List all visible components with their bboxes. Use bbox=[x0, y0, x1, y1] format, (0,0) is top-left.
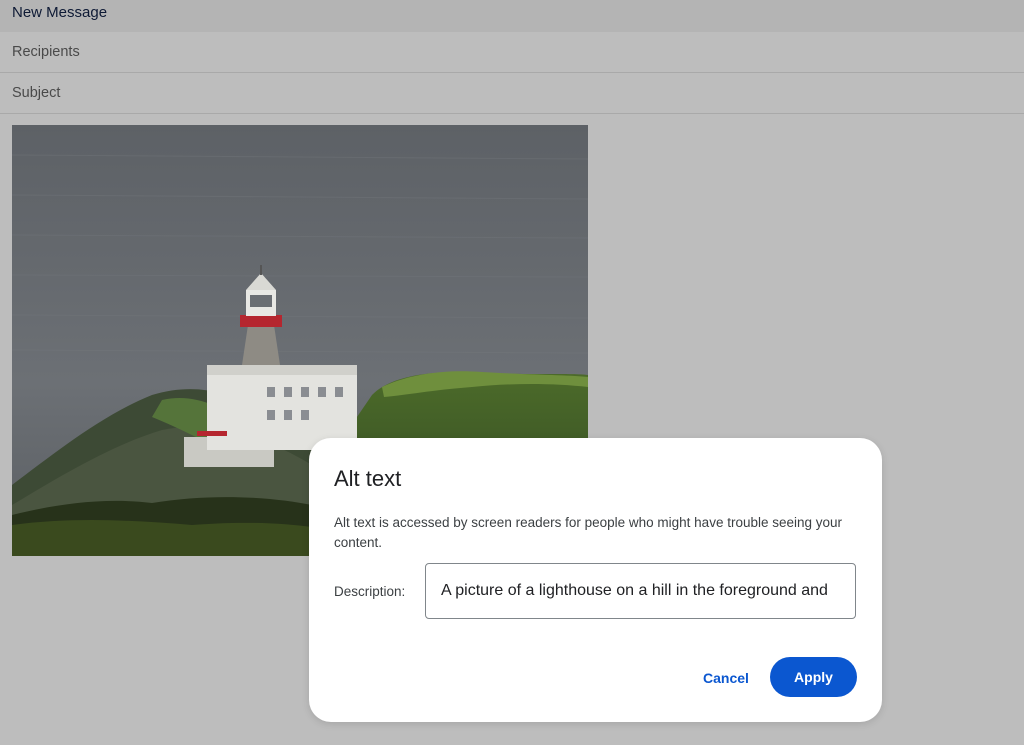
apply-button[interactable]: Apply bbox=[770, 657, 857, 697]
description-input[interactable] bbox=[425, 563, 856, 619]
recipients-label: Recipients bbox=[12, 44, 80, 60]
dialog-title: Alt text bbox=[334, 466, 402, 491]
subject-label: Subject bbox=[12, 85, 61, 101]
alt-text-dialog: Alt text Alt text is accessed by screen … bbox=[309, 438, 882, 722]
compose-header: New Message bbox=[0, 0, 1024, 32]
compose-title: New Message bbox=[12, 4, 108, 21]
description-label: Description: bbox=[334, 584, 406, 599]
subject-field[interactable]: Subject bbox=[0, 73, 1024, 114]
dialog-description: Alt text is accessed by screen readers f… bbox=[334, 515, 843, 550]
recipients-field[interactable]: Recipients bbox=[0, 32, 1024, 73]
cancel-button[interactable]: Cancel bbox=[689, 658, 763, 698]
compose-window: New Message Recipients Subject Alt text … bbox=[0, 0, 1024, 745]
